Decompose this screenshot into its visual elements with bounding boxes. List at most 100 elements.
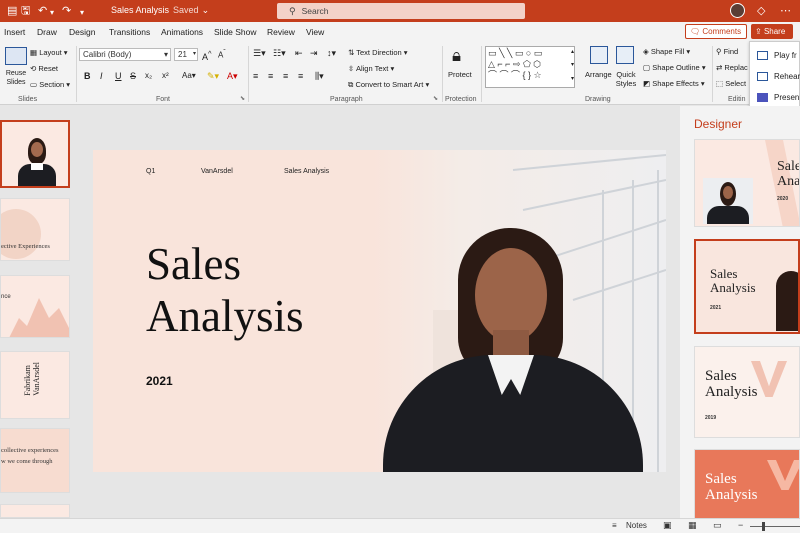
dialog-launcher-icon[interactable]: ⬊ [240, 95, 245, 102]
tab-draw[interactable]: Draw [37, 27, 57, 37]
zoom-out-icon[interactable]: − [738, 520, 743, 530]
play-from-item[interactable]: Play fr [774, 51, 797, 60]
replace-button[interactable]: ⇄ Replac [716, 63, 748, 72]
zoom-slider-thumb[interactable] [762, 522, 765, 531]
shape-effects-button[interactable]: ◩ Shape Effects ▾ [643, 79, 705, 88]
avatar[interactable] [730, 3, 745, 18]
paragraph-group-label: Paragraph [330, 96, 363, 103]
slide-sorter-icon[interactable]: ▦ [688, 520, 697, 531]
shrink-font-icon[interactable]: Aˇ [218, 49, 226, 60]
protect-button[interactable]: Protect [448, 70, 472, 79]
columns-icon[interactable]: ⫼▾ [315, 71, 324, 82]
strikethrough-icon[interactable]: S [130, 71, 136, 81]
undo-dropdown-icon[interactable]: ▾ [50, 6, 54, 20]
arrange-button[interactable]: Arrange [585, 70, 612, 79]
rehearse-item[interactable]: Rehear [774, 72, 800, 81]
grow-font-icon[interactable]: A^ [202, 49, 212, 62]
dialog-launcher-icon[interactable]: ⬊ [433, 95, 438, 102]
slide-thumbnail[interactable] [0, 120, 70, 188]
lock-icon[interactable]: 🔒︎ [452, 46, 461, 66]
layout-button[interactable]: ▦ Layout ▾ [30, 48, 68, 57]
shape-outline-button[interactable]: ▢ Shape Outline ▾ [643, 63, 706, 72]
decrease-indent-icon[interactable]: ⇤ [295, 48, 303, 59]
highlight-icon[interactable]: ✎▾ [207, 71, 219, 82]
smart-art-button[interactable]: ⧉ Convert to Smart Art ▾ [348, 80, 429, 90]
settings-icon[interactable]: ⋯ [780, 4, 791, 17]
tab-transitions[interactable]: Transitions [109, 27, 150, 37]
increase-indent-icon[interactable]: ⇥ [310, 48, 318, 59]
font-color-icon[interactable]: A▾ [227, 71, 238, 82]
font-size-select[interactable]: 21 ▾ [174, 48, 198, 61]
tab-review[interactable]: Review [267, 27, 295, 37]
scroll-up-icon[interactable]: ▴ [571, 48, 574, 55]
align-center-icon[interactable]: ≡ [268, 71, 273, 81]
save-icon[interactable]: 🖫 [21, 4, 30, 18]
select-button[interactable]: ⬚ Select [716, 79, 746, 88]
design-year: 2021 [710, 305, 722, 311]
reuse-slides-icon[interactable] [5, 47, 27, 65]
share-button[interactable]: ⇪ Share [751, 24, 793, 39]
align-text-button[interactable]: ⇳ Align Text ▾ [348, 64, 394, 73]
underline-icon[interactable]: U [115, 71, 122, 81]
section-button[interactable]: ▭ Section ▾ [30, 80, 70, 89]
subscript-icon[interactable]: x₂ [145, 71, 152, 80]
shape-fill-button[interactable]: ◈ Shape Fill ▾ [643, 47, 690, 56]
share-label: Share [763, 27, 786, 36]
undo-icon[interactable]: ↶ [38, 4, 47, 18]
notes-button[interactable]: Notes [626, 521, 647, 530]
numbering-icon[interactable]: ☷▾ [273, 48, 286, 59]
quick-styles-button[interactable]: Quick Styles [612, 70, 640, 88]
align-left-icon[interactable]: ≡ [253, 71, 258, 81]
slide-year[interactable]: 2021 [146, 374, 173, 388]
redo-icon[interactable]: ↷ [62, 4, 71, 18]
slide-thumbnail[interactable]: Fabrikam VanArsdel [0, 351, 70, 419]
find-button[interactable]: ⚲ Find [716, 47, 738, 56]
tab-design[interactable]: Design [69, 27, 95, 37]
quick-styles-icon[interactable] [616, 46, 634, 64]
justify-icon[interactable]: ≡ [298, 71, 303, 81]
premium-icon[interactable]: ◇ [757, 4, 765, 17]
customize-toolbar-icon[interactable]: ▾ [80, 6, 84, 20]
design-suggestion[interactable]: Sales Analysis 2019 [694, 346, 800, 438]
comments-button[interactable]: 🗨 Comments [685, 24, 747, 39]
text-direction-button[interactable]: ⇅ Text Direction ▾ [348, 48, 408, 57]
slide-title[interactable]: Sales Analysis [146, 238, 304, 342]
document-title[interactable]: Sales Analysis Saved ⌄ [111, 5, 209, 16]
ribbon-divider [442, 46, 443, 102]
design-suggestion[interactable]: Sales Analysis [694, 449, 800, 519]
reuse-slides-button[interactable]: Reuse Slides [3, 69, 29, 87]
tab-slide-show[interactable]: Slide Show [214, 27, 257, 37]
arrange-icon[interactable] [590, 46, 608, 64]
present-item[interactable]: Presen [774, 93, 799, 102]
line-spacing-icon[interactable]: ↕▾ [327, 48, 336, 59]
slide-thumbnail[interactable]: ective Experiences [0, 198, 70, 261]
design-suggestion[interactable]: Sale Ana 2020 [694, 139, 800, 227]
font-family-select[interactable]: Calibri (Body) ▾ [79, 48, 171, 61]
thumbnail-photo [16, 136, 56, 186]
expand-gallery-icon[interactable]: ▾ [571, 75, 574, 82]
reset-button[interactable]: ⟲ Reset [30, 64, 58, 73]
bullets-icon[interactable]: ☰▾ [253, 48, 266, 59]
superscript-icon[interactable]: x² [162, 71, 169, 80]
search-input[interactable]: ⚲ Search [277, 3, 525, 19]
ribbon-divider [248, 46, 249, 102]
align-right-icon[interactable]: ≡ [283, 71, 288, 81]
design-suggestion[interactable]: Sales Analysis 2021 [694, 239, 800, 334]
tab-insert[interactable]: Insert [4, 27, 25, 37]
section-icon: ▭ [30, 80, 38, 89]
slide-thumbnail[interactable]: nce [0, 275, 70, 338]
scroll-down-icon[interactable]: ▾ [571, 61, 574, 68]
slide-thumbnail[interactable]: collective experiences w we come through [0, 428, 70, 493]
slide-canvas[interactable]: Q1 VanArsdel Sales Analysis Sales Analys… [93, 150, 666, 472]
ribbon-tabs: Insert Draw Design Transitions Animation… [0, 22, 800, 42]
reading-view-icon[interactable]: ▭ [713, 520, 722, 531]
normal-view-icon[interactable]: ▣ [663, 520, 672, 531]
slide-thumbnail[interactable] [0, 504, 70, 518]
italic-icon[interactable]: I [100, 71, 103, 81]
tab-view[interactable]: View [306, 27, 324, 37]
change-case-icon[interactable]: Aa▾ [182, 71, 196, 80]
shapes-gallery[interactable]: ▭ ╲ ╲ ▭ ○ ▭ △ ⌐ ⌐ ⇨ ⬠ ⬡ ⌒ ⌒ ⌒ { } ☆ [485, 46, 575, 88]
zoom-slider[interactable] [750, 526, 800, 527]
tab-animations[interactable]: Animations [161, 27, 203, 37]
bold-icon[interactable]: B [84, 71, 91, 81]
